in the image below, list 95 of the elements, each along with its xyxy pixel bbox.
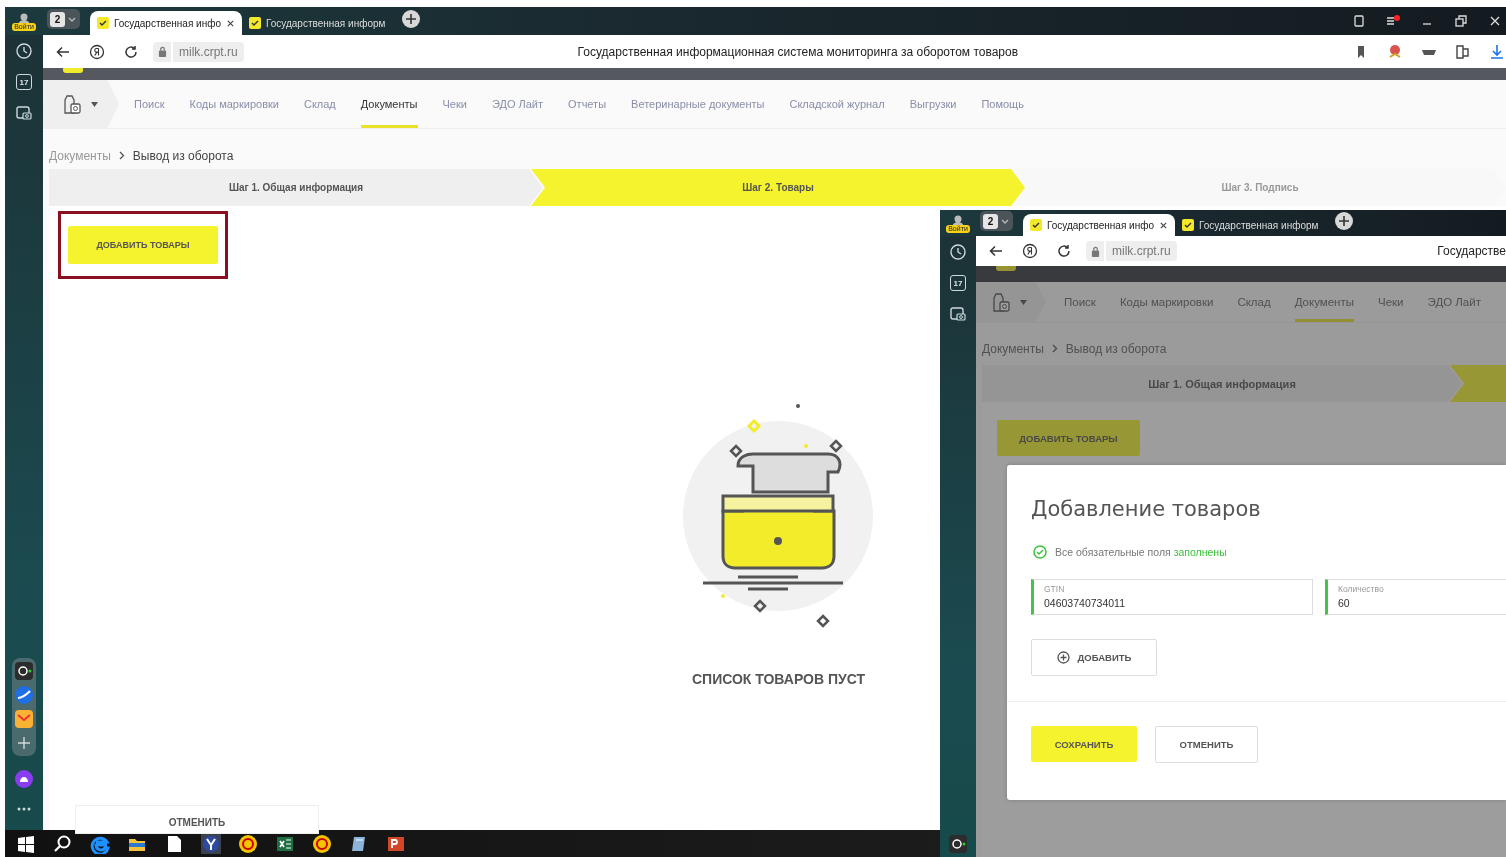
- page-title: Государстве: [1436, 244, 1506, 258]
- field-value[interactable]: 60: [1338, 597, 1506, 609]
- camera-app-icon[interactable]: [949, 835, 967, 853]
- nav-tab[interactable]: Поиск: [1064, 282, 1096, 322]
- site-tab-marker: [63, 68, 83, 73]
- nav-tab[interactable]: Складской журнал: [789, 80, 885, 128]
- field-label: Количество: [1338, 584, 1385, 594]
- reload-icon[interactable]: [123, 43, 139, 60]
- nav-tab[interactable]: ЭДО Лайт: [1427, 282, 1481, 322]
- nav-tab[interactable]: Склад: [303, 80, 336, 128]
- breadcrumb-current: Вывод из оборота: [1065, 341, 1167, 356]
- site-tab-marker: [996, 266, 1016, 271]
- product-menu[interactable]: [43, 80, 119, 128]
- nav-tab[interactable]: Выгрузки: [909, 80, 957, 128]
- nav-tab[interactable]: Чеки: [442, 80, 467, 128]
- collections-icon[interactable]: [1352, 14, 1366, 28]
- back-arrow-icon[interactable]: [988, 243, 1004, 259]
- browser-tab[interactable]: Государственная инфо: [90, 11, 242, 35]
- plus-circle-icon: [1056, 651, 1070, 664]
- search-icon[interactable]: [53, 833, 73, 854]
- accounting-app-icon[interactable]: [238, 833, 258, 854]
- calendar-icon[interactable]: 17: [16, 74, 32, 90]
- new-tab-icon[interactable]: [1335, 212, 1354, 230]
- breadcrumb-link[interactable]: Документы: [982, 341, 1044, 356]
- breadcrumb-current: Вывод из оборота: [132, 148, 234, 163]
- nav-tab[interactable]: Помощь: [981, 80, 1024, 128]
- camera-app-icon[interactable]: [15, 662, 33, 680]
- screenshot-icon[interactable]: [949, 305, 967, 323]
- tab-counter[interactable]: 2: [980, 211, 1013, 231]
- validation-message: Все обязательные поля заполнены: [1055, 546, 1227, 558]
- chevron-right-icon: [118, 151, 125, 160]
- input-field[interactable]: GTIN 04603740734011: [1031, 579, 1313, 615]
- close-icon[interactable]: [226, 18, 235, 28]
- browser-tab[interactable]: Государственная информ: [1175, 214, 1326, 236]
- site-icon: [249, 17, 261, 29]
- add-row-button[interactable]: ДОБАВИТЬ: [1031, 639, 1157, 676]
- calendar-icon[interactable]: 17: [950, 275, 966, 291]
- restore-icon[interactable]: [1454, 14, 1468, 28]
- field-value[interactable]: 04603740734011: [1044, 597, 1312, 609]
- nav-tab[interactable]: Коды маркировки: [189, 80, 279, 128]
- lock-icon[interactable]: [157, 46, 167, 57]
- lock-icon[interactable]: [1090, 245, 1100, 257]
- address-field[interactable]: milk.crpt.ru: [173, 41, 244, 62]
- cancel-button[interactable]: ОТМЕНИТЬ: [75, 805, 319, 834]
- extension-icon[interactable]: [1454, 42, 1472, 61]
- browser-tab[interactable]: Государственная информ: [242, 11, 393, 35]
- start-icon[interactable]: [16, 833, 36, 854]
- browser-app-icon[interactable]: [201, 833, 221, 854]
- caret-icon: [1020, 299, 1027, 305]
- reload-icon[interactable]: [1056, 243, 1072, 259]
- assistant-icon[interactable]: [15, 770, 33, 788]
- close-icon[interactable]: [1488, 14, 1502, 28]
- site-icon: [1030, 219, 1042, 231]
- nav-tab[interactable]: ЭДО Лайт: [491, 80, 544, 128]
- nav-tab[interactable]: Ветеринарные документы: [631, 80, 765, 128]
- save-button[interactable]: СОХРАНИТЬ: [1031, 726, 1137, 762]
- caret-icon: [91, 101, 98, 107]
- milk-carton-icon: [990, 291, 1012, 313]
- nav-tab[interactable]: Отчеты: [568, 80, 607, 128]
- add-goods-button[interactable]: ДОБАВИТЬ ТОВАРЫ: [68, 226, 218, 264]
- check-circle-icon: [1033, 545, 1047, 559]
- modal-title: Добавление товаров: [1031, 497, 1262, 521]
- nav-tab[interactable]: Коды маркировки: [1119, 282, 1214, 322]
- clock-icon[interactable]: [15, 42, 33, 60]
- browser-logo-icon[interactable]: [89, 43, 105, 60]
- empty-list-message: СПИСОК ТОВАРОВ ПУСТ: [691, 671, 866, 687]
- tab-counter[interactable]: 2: [47, 9, 80, 29]
- new-tab-icon[interactable]: [402, 10, 421, 28]
- product-menu[interactable]: [976, 282, 1046, 322]
- close-icon[interactable]: [1159, 220, 1168, 230]
- nav-tab[interactable]: Документы: [360, 80, 418, 128]
- nav-tab[interactable]: Поиск: [134, 80, 165, 128]
- milk-carton-icon: [61, 93, 83, 115]
- address-field[interactable]: milk.crpt.ru: [1106, 241, 1177, 261]
- add-icon[interactable]: [15, 734, 33, 752]
- accounting-app-icon[interactable]: [312, 833, 332, 854]
- add-goods-button[interactable]: ДОБАВИТЬ ТОВАРЫ: [997, 420, 1140, 456]
- cancel-button[interactable]: ОТМЕНИТЬ: [1155, 726, 1258, 763]
- page-title: Государственная информационная система мониторинга за оборотом товаров: [576, 44, 1020, 59]
- notifications-icon[interactable]: [1386, 14, 1400, 28]
- chevron-right-icon: [1051, 344, 1058, 353]
- input-field[interactable]: Количество 60: [1325, 579, 1506, 615]
- screenshot-icon[interactable]: [15, 104, 33, 122]
- download-icon[interactable]: [1488, 42, 1506, 61]
- clock-icon[interactable]: [949, 243, 967, 261]
- field-label: GTIN: [1044, 584, 1066, 594]
- browser-logo-icon[interactable]: [1022, 243, 1038, 259]
- nav-tab[interactable]: Документы: [1294, 282, 1354, 322]
- site-icon: [1182, 219, 1194, 231]
- site-icon: [97, 17, 109, 29]
- nav-tab[interactable]: Чеки: [1378, 282, 1404, 322]
- nav-tab[interactable]: Склад: [1237, 282, 1271, 322]
- breadcrumb-link[interactable]: Документы: [49, 148, 111, 163]
- browser-tab[interactable]: Государственная инфо: [1023, 214, 1175, 236]
- messenger-app-icon[interactable]: [15, 686, 33, 704]
